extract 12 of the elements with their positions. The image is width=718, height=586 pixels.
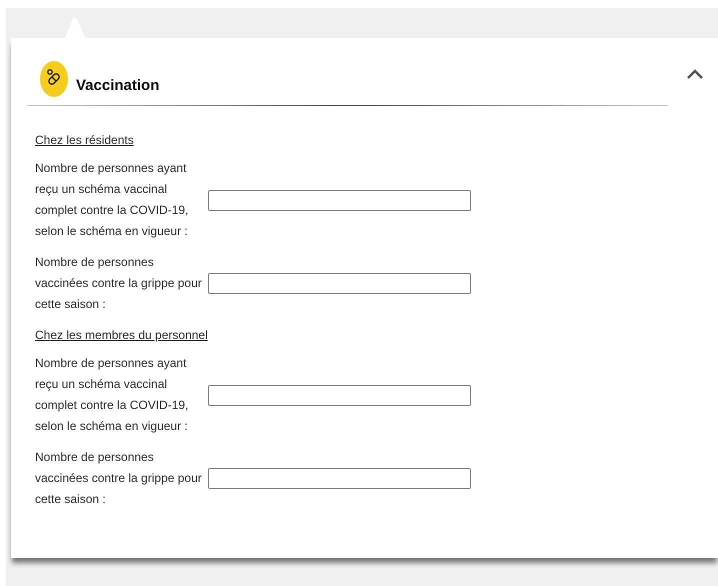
section-heading: Chez les membres du personnel [35,327,208,344]
field-label: Nombre de personnes vaccinées contre la grippe pour cette saison : [35,449,203,508]
field-label: Nombre de personnes ayant reçu un schéma vaccinal complet contre la COVID-19, selon le schéma en vigueur : [35,355,190,435]
field-label: Nombre de personnes ayant reçu un schéma vaccinal complet contre la COVID-19, selon le schéma en vigueur : [35,160,190,240]
input-field[interactable] [208,384,471,406]
input-field[interactable] [208,273,471,294]
input-field[interactable] [208,468,471,489]
panel-title: Vaccination [76,76,160,94]
section-heading: Chez les résidents [35,132,134,149]
input-field[interactable] [208,190,471,210]
pill-icon [40,61,68,97]
field-label: Nombre de personnes vaccinées contre la grippe pour cette saison : [35,254,203,313]
